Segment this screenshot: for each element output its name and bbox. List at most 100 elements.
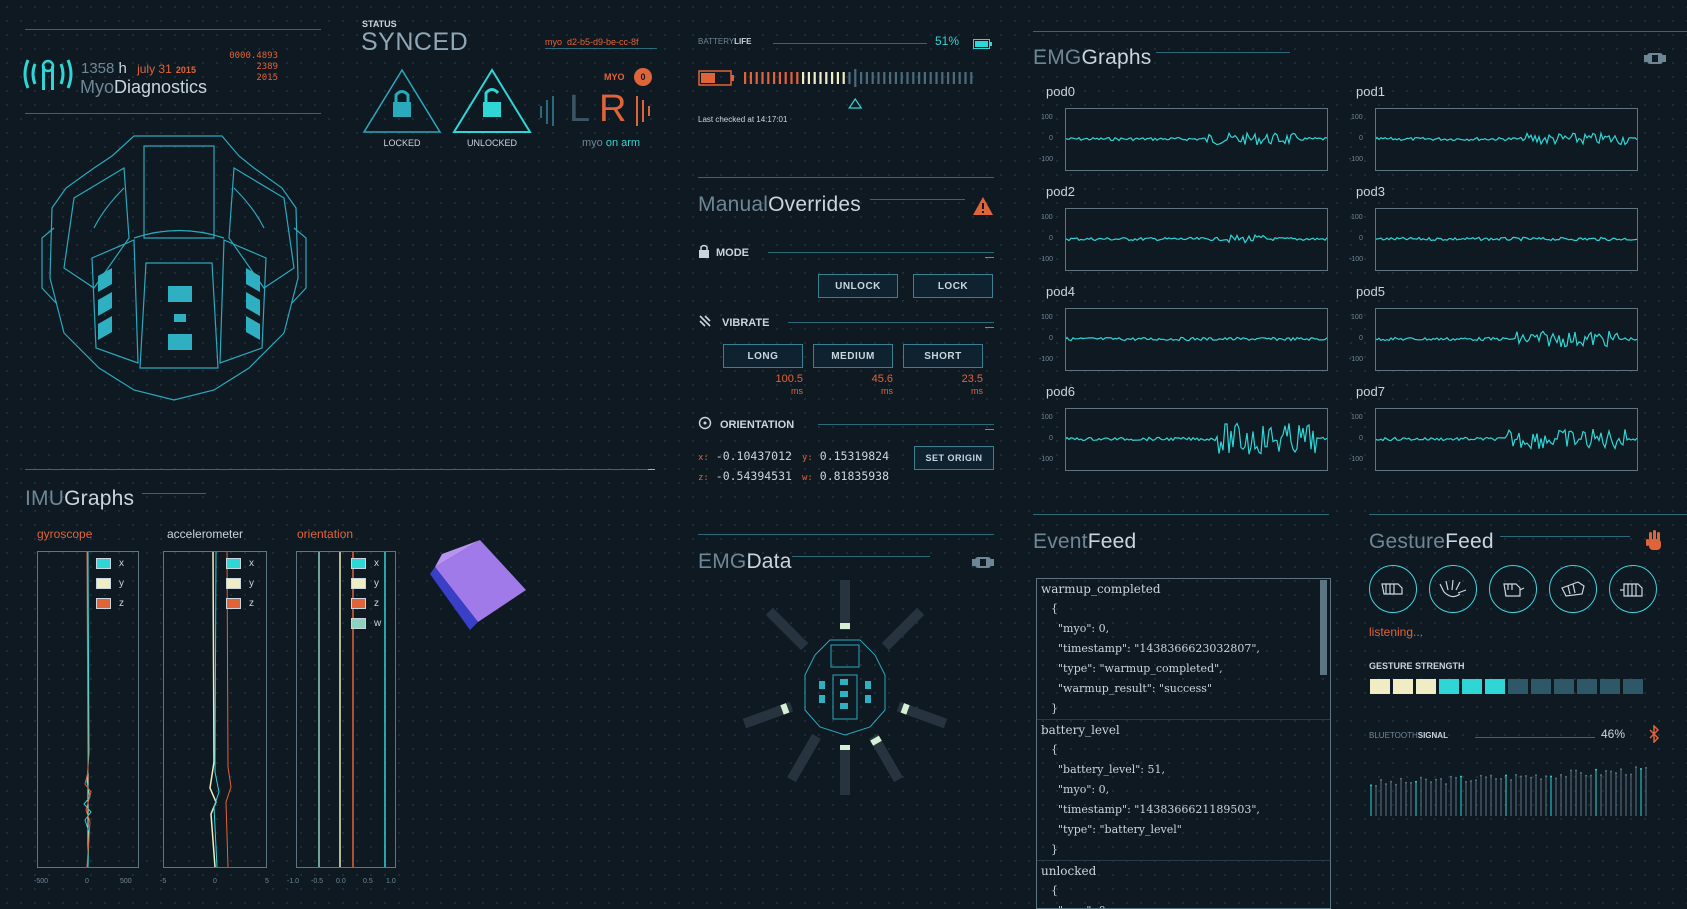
pod-graph (1065, 308, 1328, 371)
strength-cell (1439, 679, 1459, 694)
overrides-title-light: Manual (698, 193, 769, 216)
orientation-graph: x y z w (296, 551, 396, 868)
gesture-strength-label: GESTURE STRENGTH (1369, 661, 1465, 671)
side-number-2: 2389 (256, 62, 278, 72)
pod-tick-max: 100 (1041, 114, 1053, 121)
emg-graphs-title: EMGGraphs (1033, 46, 1152, 70)
pod-graph (1375, 108, 1638, 171)
quat-z: z: -0.54394531 (698, 469, 792, 483)
unlocked-label: UNLOCKED (466, 138, 517, 148)
app-title: MyoDiagnostics (80, 77, 207, 98)
arm-right-letter: R (599, 88, 627, 130)
imu-title: IMUGraphs (25, 487, 134, 511)
mode-label: MODE (716, 247, 749, 259)
strength-cell (1623, 679, 1643, 694)
pod-graph (1065, 208, 1328, 271)
wave-in-gesture-icon[interactable] (1489, 565, 1537, 613)
vibrate-long-button[interactable]: LONG (723, 344, 803, 368)
imu-title-line (142, 493, 206, 494)
gesture-feed-title-line (1500, 536, 1630, 537)
fist-gesture-icon[interactable] (1369, 565, 1417, 613)
orient-legend-y: y (374, 578, 379, 589)
overrides-title-bold: Overrides (768, 193, 861, 216)
pod-tick-zero: 0 (1359, 135, 1363, 142)
emg-radial-display (735, 575, 955, 800)
unlock-button[interactable]: UNLOCK (818, 274, 898, 298)
orient-legend-w: w (374, 618, 382, 629)
strength-cell (1600, 679, 1620, 694)
arm-left-letter: L (569, 88, 591, 130)
pod-label: pod4 (1046, 284, 1075, 299)
event-item: warmup_completed { "myo": 0, "timestamp"… (1037, 579, 1330, 720)
overrides-title-line (870, 199, 965, 200)
orient-legend-z: z (374, 598, 379, 609)
orient-tick-2: -0.5 (311, 878, 324, 885)
armband-diagram (34, 128, 314, 418)
event-feed-title: EventFeed (1033, 530, 1136, 554)
vibrate-short-button[interactable]: SHORT (903, 344, 983, 368)
lock-button[interactable]: LOCK (913, 274, 993, 298)
emg-data-top-divider (698, 534, 994, 535)
pod-graph (1065, 108, 1328, 171)
arm-status-prefix: myo (582, 137, 603, 149)
set-origin-button[interactable]: SET ORIGIN (914, 446, 994, 470)
arm-status-value: on arm (605, 137, 641, 149)
event-feed-scrollbar[interactable] (1320, 580, 1327, 675)
strength-cell (1531, 679, 1551, 694)
bluetooth-divider (1475, 737, 1595, 738)
armband-icon (972, 554, 994, 570)
emg-graphs-title-light: EMG (1033, 46, 1082, 69)
event-feed-list[interactable]: warmup_completed { "myo": 0, "timestamp"… (1036, 578, 1331, 909)
strength-cell (1462, 679, 1482, 694)
vibrate-medium-duration: 45.6 ms (838, 373, 893, 397)
imu-top-divider (25, 469, 655, 470)
event-name: warmup_completed (1041, 582, 1161, 596)
hours-readout: 1358 h july 31 2015 (81, 60, 196, 77)
strength-cell (1370, 679, 1390, 694)
app-title-light: Myo (80, 77, 115, 97)
quat-w-value: 0.81835938 (819, 469, 890, 483)
orientation-cube (430, 532, 530, 632)
vibrate-short-duration: 23.5 ms (928, 373, 983, 397)
arm-status: myo on arm (582, 137, 640, 149)
side-number-3: 2015 (256, 73, 278, 83)
accel-legend-y: y (249, 578, 254, 589)
top-left-divider (25, 29, 321, 30)
battery-gauge (698, 68, 983, 112)
vibrate-medium-button[interactable]: MEDIUM (813, 344, 893, 368)
battery-icon (973, 36, 993, 49)
emg-data-title-line (792, 556, 930, 557)
fingers-spread-gesture-icon[interactable] (1429, 565, 1477, 613)
status-value: SYNCED (361, 28, 469, 56)
vibrate-short-unit: ms (971, 386, 983, 396)
unlocked-indicator (452, 68, 532, 138)
orientation-label: ORIENTATION (720, 419, 795, 431)
mode-divider (768, 252, 994, 253)
overrides-top-divider (698, 177, 994, 178)
event-body: { "myo": 0, (1051, 884, 1109, 908)
accelerometer-label: accelerometer (167, 527, 244, 541)
pod-label: pod6 (1046, 384, 1075, 399)
date-text: july 31 (137, 62, 172, 76)
strength-cell (1554, 679, 1574, 694)
pod-graph (1375, 208, 1638, 271)
accelerometer-graph: x y z (163, 551, 267, 868)
vibrate-long-value: 100.5 (775, 373, 803, 385)
pod-tick-zero: 0 (1049, 435, 1053, 442)
gyroscope-label: gyroscope (37, 527, 93, 541)
pod-label: pod5 (1356, 284, 1385, 299)
quat-x: x: -0.10437012 (698, 449, 792, 463)
battery-label: BATTERYLIFE (698, 37, 752, 46)
emg-graphs-top-divider (1033, 31, 1687, 32)
gyro-tick-max: 500 (120, 878, 132, 885)
pod-tick-min: -100 (1349, 456, 1364, 463)
double-tap-gesture-icon[interactable] (1609, 565, 1657, 613)
emg-data-title: EMGData (698, 550, 792, 574)
emg-graphs-title-line (1156, 52, 1290, 53)
side-numbers: 0000.4893 2389 2015 (226, 51, 278, 84)
orient-tick-5: 1.0 (386, 878, 396, 885)
event-item: unlocked { "myo": 0, (1037, 861, 1330, 908)
gyroscope-graph: x y z (37, 551, 139, 868)
pod-tick-min: -100 (1039, 456, 1054, 463)
wave-out-gesture-icon[interactable] (1549, 565, 1597, 613)
